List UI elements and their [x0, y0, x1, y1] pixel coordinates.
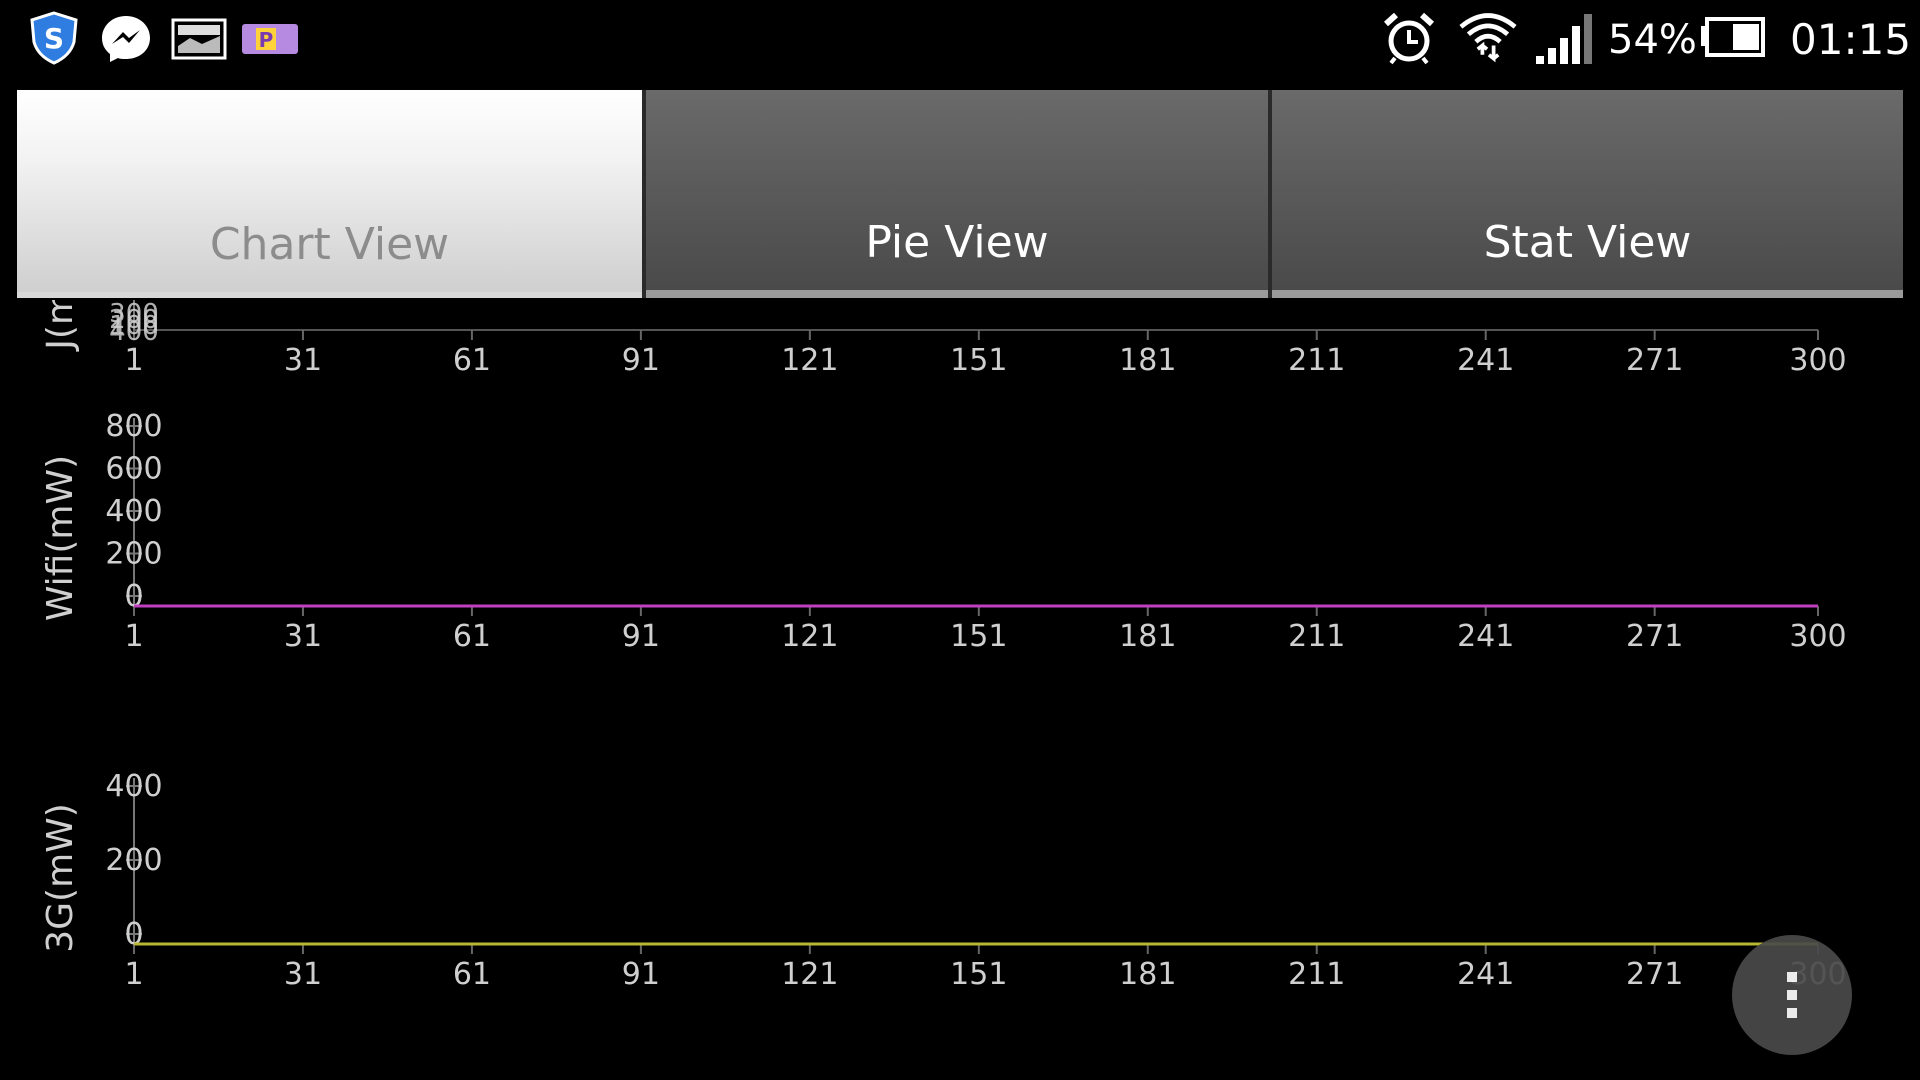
y-axis-title: 3G(mW): [40, 803, 81, 953]
overflow-menu-button[interactable]: [1732, 935, 1852, 1055]
x-tick-label: 61: [453, 343, 491, 378]
more-vert-icon-dot: [1787, 990, 1797, 1000]
parking-app-icon: P: [242, 24, 298, 54]
tab-chart-view[interactable]: Chart View: [17, 90, 642, 298]
x-tick-label: 211: [1288, 343, 1345, 378]
y-tick-label: 800: [105, 409, 162, 444]
x-tick-label: 61: [453, 957, 491, 992]
battery-icon: [1701, 17, 1765, 57]
x-tick-label: 31: [284, 343, 322, 378]
x-tick-label: 151: [950, 957, 1007, 992]
x-tick-label: 31: [284, 619, 322, 654]
x-tick-label: 121: [781, 957, 838, 992]
x-tick-label: 151: [950, 343, 1007, 378]
alarm-icon: [1383, 12, 1435, 65]
more-vert-icon-dot: [1787, 1008, 1797, 1018]
y-tick-label: 200: [105, 537, 162, 572]
x-tick-label: 181: [1119, 957, 1176, 992]
x-tick-label: 300: [1789, 343, 1846, 378]
x-tick-label: 241: [1457, 619, 1514, 654]
x-tick-label: 241: [1457, 957, 1514, 992]
wifi-icon: [1459, 13, 1517, 63]
y-tick-label: 0: [124, 917, 143, 952]
x-tick-label: 31: [284, 957, 322, 992]
view-tabs: Chart View Pie View Stat View: [17, 90, 1903, 306]
x-tick-label: 300: [1789, 619, 1846, 654]
charts-area[interactable]: 1 31 61 91 121 151 181 211 241 271 300 300 200 1 0 0 400…: [0, 300, 1920, 1080]
x-tick-label: 1: [124, 343, 143, 378]
tab-label: Chart View: [209, 219, 450, 270]
x-tick-label: 121: [781, 619, 838, 654]
y-tick-label: 200: [105, 843, 162, 878]
svg-text:S: S: [44, 22, 64, 55]
tab-label: Pie View: [865, 217, 1049, 268]
x-tick-label: 1: [124, 619, 143, 654]
status-bar: S P 54% 01:15: [0, 0, 1920, 80]
shield-app-icon: S: [30, 11, 78, 65]
x-tick-label: 271: [1626, 957, 1683, 992]
x-tick-label: 271: [1626, 619, 1683, 654]
y-tick-label: 600: [105, 452, 162, 487]
x-tick-label: 211: [1288, 619, 1345, 654]
x-tick-label: 1: [124, 957, 143, 992]
more-vert-icon: [1787, 972, 1797, 982]
y-tick-label: 0: [124, 579, 143, 614]
svg-text:P: P: [259, 28, 274, 52]
x-tick-label: 241: [1457, 343, 1514, 378]
chart-0: 1 31 61 91 121 151 181 211 241 271 300300200100400…: [40, 300, 1847, 378]
signal-icon: [1536, 14, 1592, 64]
x-tick-label: 271: [1626, 343, 1683, 378]
tab-pie-view[interactable]: Pie View: [646, 90, 1268, 298]
y-tick-label: 400: [105, 769, 162, 804]
battery-percent: 54%: [1608, 17, 1697, 63]
tab-label: Stat View: [1483, 217, 1692, 268]
x-tick-label: 181: [1119, 619, 1176, 654]
x-tick-label: 91: [622, 619, 660, 654]
messenger-icon: [102, 16, 150, 62]
x-tick-label: 181: [1119, 343, 1176, 378]
tab-stat-view[interactable]: Stat View: [1272, 90, 1903, 298]
x-tick-label: 61: [453, 619, 491, 654]
y-tick-label: 400: [109, 317, 159, 347]
x-tick-label: 91: [622, 343, 660, 378]
x-tick-label: 91: [622, 957, 660, 992]
x-tick-label: 121: [781, 343, 838, 378]
y-axis-title: J(mW): [40, 300, 81, 352]
chart-1: 1 31 61 91 121 151 181 211 241 271 300 800 600 400 200…: [40, 409, 1847, 654]
x-tick-label: 151: [950, 619, 1007, 654]
x-tick-label: 211: [1288, 957, 1345, 992]
chart-2: 131619112115118121124127130040020003G(mW…: [40, 769, 1847, 992]
y-axis-title: Wifi(mW): [40, 455, 81, 621]
clock: 01:15: [1790, 15, 1912, 64]
y-tick-label: 400: [105, 494, 162, 529]
gallery-icon: [171, 18, 227, 60]
